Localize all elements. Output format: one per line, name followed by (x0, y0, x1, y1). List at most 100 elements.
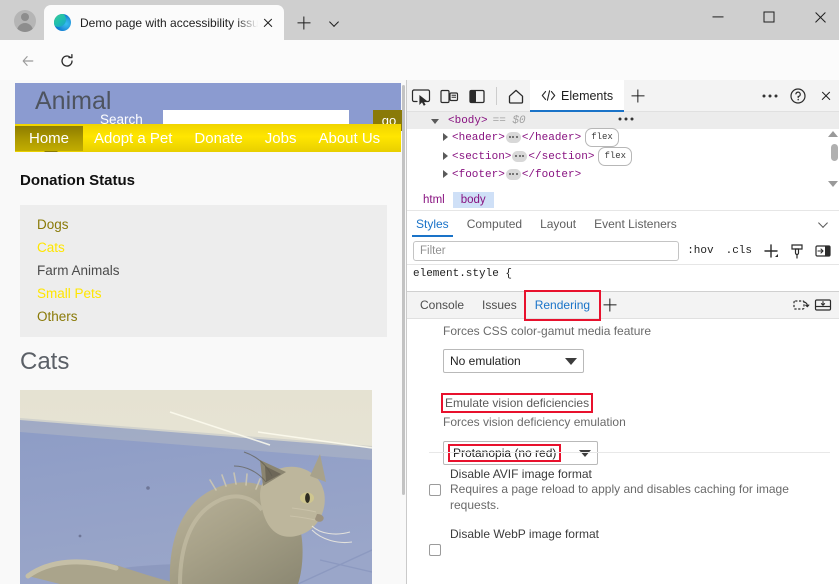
drawer-layout-glyph (812, 294, 834, 316)
nav-item-donate[interactable]: Donate (183, 126, 253, 151)
title-bar: Demo page with accessibility issu (0, 0, 839, 40)
tab-layout[interactable]: Layout (531, 211, 585, 237)
tab-console[interactable]: Console (411, 292, 473, 319)
dom-tree-scrollbar[interactable] (828, 129, 839, 189)
vision-deficiency-description: Forces vision deficiency emulation (407, 415, 839, 429)
expand-triangle-icon[interactable] (443, 152, 448, 160)
new-tab-button[interactable] (292, 11, 316, 35)
expand-triangle-icon[interactable] (443, 133, 448, 141)
address-bar: https://microsoftedge.github.io/Demos/de… (0, 40, 839, 80)
dock-glyph (463, 82, 491, 110)
disable-webp-label: Disable WebP image format (450, 527, 832, 541)
vision-deficiency-select[interactable]: Protanopia (no red) (443, 441, 598, 465)
tab-rendering[interactable]: Rendering (526, 292, 599, 319)
add-panel-button[interactable] (624, 82, 652, 110)
nav-item-home[interactable]: Home (15, 126, 83, 151)
expand-triangle-icon[interactable] (431, 119, 439, 124)
help-glyph (784, 82, 812, 110)
tab-title: Demo page with accessibility issu (80, 16, 258, 30)
drawer-layout-icon[interactable] (812, 294, 834, 316)
dom-node-header[interactable]: <header></header>flex (407, 129, 839, 148)
expand-triangle-icon[interactable] (443, 170, 448, 178)
inspect-element-icon[interactable] (407, 82, 435, 110)
collapsed-children-icon[interactable] (506, 132, 521, 143)
tab-elements[interactable]: Elements (530, 80, 624, 112)
help-icon[interactable] (784, 82, 812, 110)
scrollbar-thumb[interactable] (831, 144, 838, 161)
list-item[interactable]: Farm Animals (20, 260, 387, 283)
vision-deficiency-value: Protanopia (no red) (450, 446, 559, 460)
dom-node-section[interactable]: <section></section>flex (407, 148, 839, 167)
tab-event-listeners[interactable]: Event Listeners (585, 211, 686, 237)
collapsed-children-icon[interactable] (506, 169, 521, 180)
avatar (14, 10, 36, 32)
devtools-close-icon[interactable] (812, 82, 839, 110)
profile-avatar-button[interactable] (8, 6, 42, 36)
tab-issues[interactable]: Issues (473, 292, 526, 319)
inspect-glyph (407, 82, 435, 110)
computed-styles-sidebar-icon[interactable] (786, 240, 808, 262)
dom-row-menu-icon[interactable] (618, 118, 633, 121)
new-style-rule-icon[interactable] (760, 240, 782, 262)
add-drawer-tab-button[interactable] (599, 294, 621, 316)
dock-side-icon[interactable] (463, 82, 491, 110)
scroll-down-arrow-icon[interactable] (828, 181, 838, 187)
disable-webp-checkbox[interactable] (429, 544, 441, 556)
color-gamut-select[interactable]: No emulation (443, 349, 584, 373)
window-close-icon[interactable] (797, 0, 839, 34)
scroll-up-arrow-icon[interactable] (828, 131, 838, 137)
dom-selected-row[interactable]: <body> == $0 (407, 112, 839, 129)
dom-open-tag: <section> (452, 151, 511, 163)
tab-styles[interactable]: Styles (407, 211, 458, 237)
flex-badge[interactable]: flex (585, 128, 619, 147)
home-icon[interactable] (502, 82, 530, 110)
screenshot-icon[interactable] (790, 294, 812, 316)
dom-node-body: <body> (448, 115, 488, 127)
breadcrumb-item-html[interactable]: html (415, 192, 453, 208)
toggle-sidebar-icon[interactable] (812, 240, 834, 262)
screenshot-glyph (790, 294, 812, 316)
browser-window: Demo page with accessibility issu (0, 0, 839, 584)
minimize-icon[interactable] (695, 0, 741, 34)
chevron-down-icon[interactable] (322, 11, 346, 35)
reload-icon[interactable] (53, 48, 81, 74)
filter-input[interactable]: Filter (413, 241, 679, 261)
tab-computed[interactable]: Computed (458, 211, 531, 237)
maximize-icon[interactable] (746, 0, 792, 34)
list-item[interactable]: Cats (20, 237, 387, 260)
nav-item-adopt-a-pet[interactable]: Adopt a Pet (83, 126, 183, 151)
page-viewport: Animal Search go Home Adopt a Pet Donate… (0, 80, 406, 584)
devtools-panel: Elements <body> == $0 (406, 80, 839, 584)
device-emulation-icon[interactable] (435, 82, 463, 110)
reload-glyph (59, 53, 75, 69)
element-style-rule[interactable]: element.style { (407, 265, 839, 283)
color-gamut-value: No emulation (450, 354, 521, 368)
elements-code-icon (541, 89, 556, 102)
collapsed-children-icon[interactable] (512, 151, 527, 162)
brush-glyph (786, 240, 808, 262)
section-heading-cats: Cats (20, 348, 69, 376)
browser-tab[interactable]: Demo page with accessibility issu (44, 5, 284, 40)
new-rule-glyph (760, 240, 782, 262)
list-item[interactable]: Small Pets (20, 283, 387, 306)
flex-badge[interactable]: flex (598, 147, 632, 166)
nav-item-about-us[interactable]: About Us (307, 126, 391, 151)
hov-button[interactable]: :hov (683, 245, 717, 257)
list-item[interactable]: Dogs (20, 214, 387, 237)
more-ellipsis-icon[interactable] (756, 82, 784, 110)
close-icon[interactable] (258, 13, 278, 33)
back-arrow-glyph (21, 54, 35, 68)
dom-node-footer[interactable]: <footer></footer> (407, 167, 839, 184)
breadcrumb-item-body[interactable]: body (453, 192, 494, 208)
devtools-drawer: Console Issues Rendering (407, 291, 839, 584)
donation-status-list: Dogs Cats Farm Animals Small Pets Others (20, 205, 387, 337)
list-item[interactable]: Others (20, 306, 387, 329)
chevron-down-icon[interactable] (812, 213, 834, 235)
dom-close-tag: </footer> (522, 169, 581, 181)
rendering-panel: Forces CSS color-gamut media feature No … (407, 319, 839, 584)
cls-button[interactable]: .cls (722, 245, 756, 257)
disable-avif-checkbox[interactable] (429, 484, 441, 496)
nav-item-jobs[interactable]: Jobs (254, 126, 308, 151)
sidebar-glyph (812, 240, 834, 262)
back-arrow-icon[interactable] (14, 48, 42, 74)
